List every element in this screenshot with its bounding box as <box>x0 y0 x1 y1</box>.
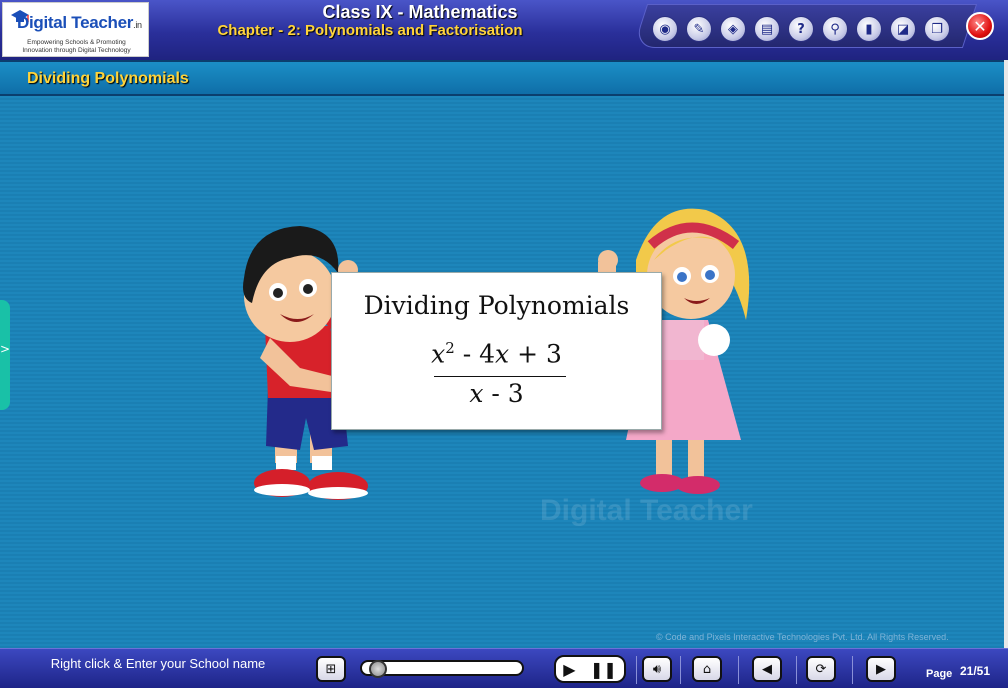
logo-name: Digital Teacher.in <box>17 13 142 32</box>
close-button[interactable]: ✕ <box>966 12 994 40</box>
right-edge <box>1004 60 1008 650</box>
digital-teacher-logo: Digital Teacher.in Empowering Schools & … <box>2 2 149 57</box>
next-icon: ▶ <box>876 661 886 677</box>
replay-button[interactable]: ⟳ <box>806 656 836 682</box>
help-icon[interactable]: ? <box>788 16 814 42</box>
card-title: Dividing Polynomials <box>363 291 630 320</box>
divider <box>636 656 637 684</box>
pen-tool-icon[interactable]: ✎ <box>686 16 712 42</box>
divider <box>738 656 739 684</box>
divider <box>796 656 797 684</box>
divider <box>680 656 681 684</box>
chevron-right-icon[interactable]: > <box>0 342 10 356</box>
course-title: Class IX - Mathematics <box>322 2 518 22</box>
eraser-tool-icon[interactable]: ◈ <box>720 16 746 42</box>
home-button[interactable]: ⌂ <box>692 656 722 682</box>
school-name-prompt[interactable]: Right click & Enter your School name <box>30 656 286 671</box>
section-bar: Dividing Polynomials <box>0 60 1004 96</box>
next-button[interactable]: ▶ <box>866 656 896 682</box>
speaker-icon: 🔊︎ <box>652 661 662 677</box>
play-icon[interactable]: ▶ <box>563 660 575 679</box>
fraction-bar <box>434 376 566 377</box>
equation-card: Dividing Polynomials x2 - 4x + 3 x - 3 <box>331 272 662 430</box>
pause-icon[interactable]: ❚❚ <box>590 660 617 679</box>
home-icon: ⌂ <box>702 661 712 677</box>
window-icon[interactable]: ❐ <box>924 16 950 42</box>
watermark: Digital Teacher <box>540 494 753 527</box>
play-pause-control[interactable]: ▶ ❚❚ <box>554 655 626 683</box>
replay-icon: ⟳ <box>815 661 827 677</box>
sitemap-button[interactable]: ⊞ <box>316 656 346 682</box>
divider <box>852 656 853 684</box>
copyright-text: © Code and Pixels Interactive Technologi… <box>656 632 949 642</box>
logo-tagline: Empowering Schools & Promoting Innovatio… <box>22 39 131 54</box>
volume-button[interactable]: 🔊︎ <box>642 656 672 682</box>
section-title: Dividing Polynomials <box>27 70 189 87</box>
highlighter-icon[interactable]: ◪ <box>890 16 916 42</box>
search-icon[interactable]: ⚲ <box>822 16 848 42</box>
book-icon[interactable]: ▮ <box>856 16 882 42</box>
fraction-denominator: x - 3 <box>469 379 524 408</box>
fraction-numerator: x2 - 4x + 3 <box>431 339 562 369</box>
camera-tool-icon[interactable]: ◉ <box>652 16 678 42</box>
page-label: Page <box>926 668 953 680</box>
page-number: 21/51 <box>960 664 991 678</box>
chapter-title: Chapter - 2: Polynomials and Factorisati… <box>217 22 523 39</box>
previous-button[interactable]: ◀ <box>752 656 782 682</box>
previous-icon: ◀ <box>762 661 772 677</box>
notes-tool-icon[interactable]: ▤ <box>754 16 780 42</box>
toolbar: ◉ ✎ ◈ ▤? ⚲ ▮ ◪ ❐ <box>652 16 950 42</box>
sitemap-icon: ⊞ <box>325 661 337 677</box>
